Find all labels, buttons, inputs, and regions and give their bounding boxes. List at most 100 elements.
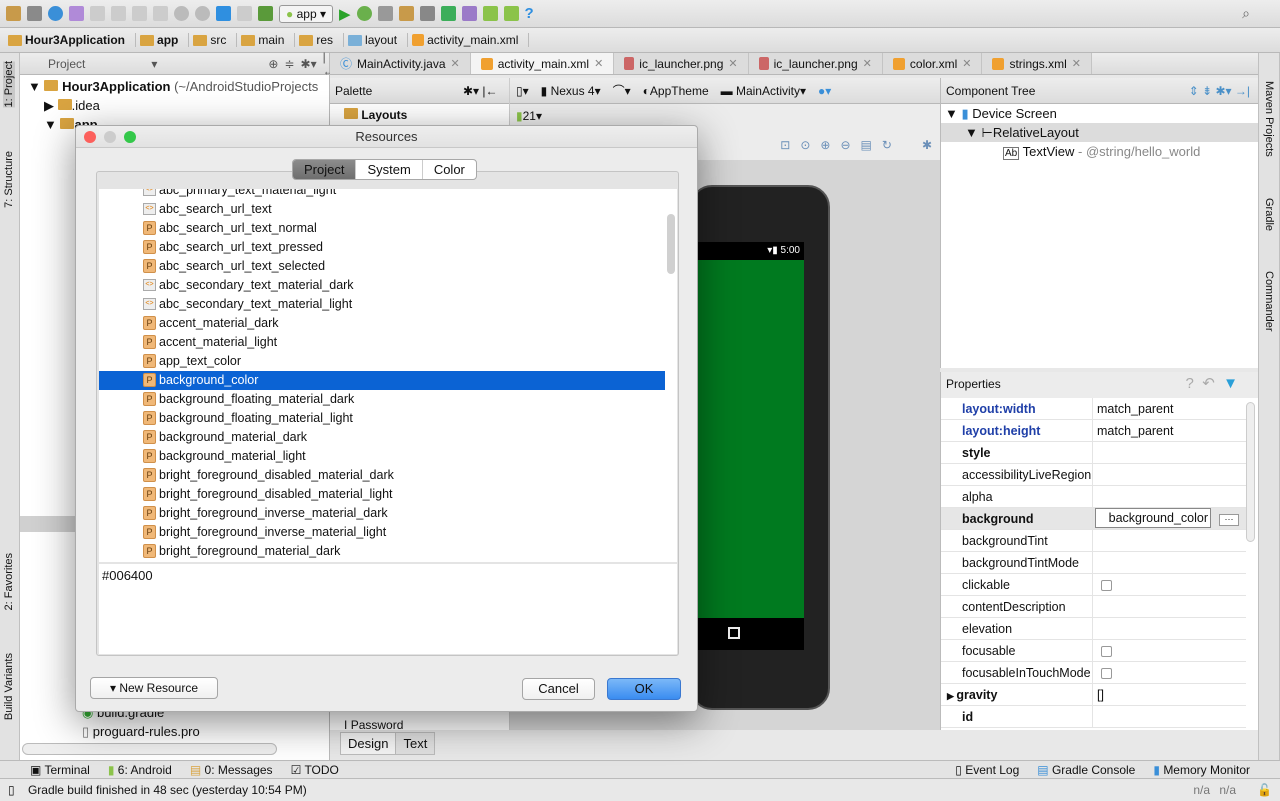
tab-text[interactable]: Text bbox=[395, 733, 434, 754]
minimize-window-button[interactable] bbox=[104, 131, 116, 143]
property-value[interactable]: match_parent bbox=[1093, 398, 1246, 419]
avd-manager-icon[interactable] bbox=[461, 6, 477, 21]
project-view-select[interactable]: Project ▾ ⊕ ≑ ✱▾ |← bbox=[20, 50, 335, 78]
cut-icon[interactable] bbox=[111, 6, 126, 21]
tree-item-project-root[interactable]: ▼ Hour3Application (~/AndroidStudioProje… bbox=[20, 77, 329, 96]
close-icon[interactable]: ✕ bbox=[1072, 57, 1081, 70]
property-row[interactable]: style bbox=[941, 442, 1246, 464]
resource-item[interactable]: Pbright_foreground_material_dark bbox=[99, 542, 665, 561]
gradle-console-tool-button[interactable]: ▤ Gradle Console bbox=[1037, 763, 1135, 777]
property-checkbox[interactable] bbox=[1101, 646, 1112, 658]
device-select[interactable]: ▮ Nexus 4▾ bbox=[541, 84, 601, 98]
property-row[interactable]: accessibilityLiveRegion bbox=[941, 464, 1246, 486]
resource-item[interactable]: <> abc_search_url_text bbox=[99, 200, 665, 219]
build-variants-tool-button[interactable]: Build Variants bbox=[3, 653, 15, 720]
find-icon[interactable] bbox=[174, 6, 189, 21]
theme-select[interactable]: ◐AppTheme bbox=[643, 84, 709, 98]
resource-item[interactable]: Papp_text_color bbox=[99, 352, 665, 371]
property-row[interactable]: backgroundTint bbox=[941, 530, 1246, 552]
resource-item[interactable]: Pabc_search_url_text_selected bbox=[99, 257, 665, 276]
property-value[interactable]: [] bbox=[1093, 684, 1246, 705]
zoom-out-icon[interactable]: ⊖ bbox=[840, 138, 850, 152]
commander-tool-button[interactable]: Commander bbox=[1263, 271, 1275, 332]
property-value[interactable]: background_color ··· bbox=[1093, 508, 1246, 529]
favorites-tool-button[interactable]: 2: Favorites bbox=[3, 553, 15, 610]
property-row[interactable]: backgroundTintMode bbox=[941, 552, 1246, 574]
resource-item[interactable]: <> abc_primary_text_material_light bbox=[99, 189, 665, 200]
zoom-window-button[interactable] bbox=[124, 131, 136, 143]
attach-debugger-icon[interactable] bbox=[377, 6, 393, 21]
tree-item-relativelayout[interactable]: ▼ ⊢RelativeLayout bbox=[941, 123, 1258, 142]
close-icon[interactable]: ✕ bbox=[863, 57, 872, 70]
breadcrumb-main[interactable]: main bbox=[241, 33, 296, 47]
property-row[interactable]: focusableInTouchMode bbox=[941, 662, 1246, 684]
make-icon[interactable] bbox=[258, 6, 273, 21]
forward-icon[interactable] bbox=[237, 6, 252, 21]
zoom-in-icon[interactable]: ⊕ bbox=[820, 138, 830, 152]
property-value[interactable] bbox=[1093, 596, 1246, 617]
run-icon[interactable]: ▶ bbox=[339, 5, 351, 23]
run-config-select[interactable]: ● app ▾ bbox=[279, 4, 333, 23]
refresh-icon[interactable]: ↻ bbox=[882, 138, 892, 152]
sdk-manager-icon[interactable] bbox=[419, 6, 435, 21]
gear-icon[interactable]: ✱▾ bbox=[301, 57, 317, 71]
breadcrumb-layout[interactable]: layout bbox=[348, 33, 409, 47]
tab-color[interactable]: Color bbox=[423, 160, 476, 179]
tab-ic-launcher-png[interactable]: ic_launcher.png ✕ bbox=[614, 53, 749, 74]
zoom-fit-icon[interactable]: ⊡ bbox=[780, 138, 790, 152]
resource-item[interactable]: <> abc_secondary_text_material_light bbox=[99, 295, 665, 314]
resource-item[interactable]: Pbright_foreground_inverse_material_dark bbox=[99, 504, 665, 523]
tab-ic-launcher-png-2[interactable]: ic_launcher.png ✕ bbox=[748, 53, 883, 74]
memory-monitor-tool-button[interactable]: ▮ Memory Monitor bbox=[1153, 763, 1250, 777]
resource-item[interactable]: Paccent_material_dark bbox=[99, 314, 665, 333]
search-everywhere-icon[interactable]: ⌕ bbox=[1242, 5, 1250, 22]
property-row[interactable]: elevation bbox=[941, 618, 1246, 640]
tree-item-idea[interactable]: ▶ .idea bbox=[20, 96, 329, 115]
help-undo-filter-icons[interactable]: ? ↶ ▼ bbox=[1186, 372, 1238, 396]
save-icon[interactable] bbox=[27, 6, 42, 21]
property-value[interactable] bbox=[1093, 486, 1246, 507]
open-folder-icon[interactable] bbox=[6, 6, 21, 21]
close-icon[interactable]: ✕ bbox=[728, 57, 737, 70]
resource-item[interactable]: Pbackground_material_dark bbox=[99, 428, 665, 447]
breadcrumb-file[interactable]: activity_main.xml bbox=[412, 33, 530, 47]
palette-item-password[interactable]: I Password bbox=[344, 718, 403, 732]
sync-gradle-icon[interactable] bbox=[440, 6, 456, 21]
locale-globe-icon[interactable]: ●▾ bbox=[818, 84, 831, 98]
android-tool-button[interactable]: ▮ 6: Android bbox=[108, 763, 172, 777]
copy-icon[interactable] bbox=[132, 6, 147, 21]
page-icon[interactable]: ▤ bbox=[861, 138, 872, 152]
resource-item[interactable]: Pbright_foreground_disabled_material_dar… bbox=[99, 466, 665, 485]
property-row[interactable]: background background_color ··· bbox=[941, 508, 1246, 530]
property-value[interactable] bbox=[1093, 574, 1246, 595]
resource-item[interactable]: <> abc_secondary_text_material_dark bbox=[99, 276, 665, 295]
device-config-icon[interactable]: ▯▾ bbox=[516, 84, 529, 98]
background-value-input[interactable]: background_color bbox=[1095, 508, 1211, 528]
tree-item-proguard[interactable]: ▯ proguard-rules.pro bbox=[82, 722, 200, 741]
expand-collapse-icons[interactable]: ⇕ ⇟ ✱▾ →| bbox=[1189, 78, 1250, 104]
tool-windows-toggle-icon[interactable]: ▯ bbox=[8, 783, 15, 797]
breadcrumb-app[interactable]: app bbox=[140, 33, 190, 47]
new-resource-button[interactable]: ▾ New Resource bbox=[90, 677, 218, 699]
tab-color-xml[interactable]: color.xml ✕ bbox=[882, 53, 983, 74]
tab-mainactivity-java[interactable]: Ⓒ MainActivity.java ✕ bbox=[330, 53, 471, 74]
property-row[interactable]: focusable bbox=[941, 640, 1246, 662]
activity-select[interactable]: ▬ MainActivity▾ bbox=[721, 84, 806, 98]
project-tool-button[interactable]: 1: Project bbox=[3, 61, 15, 108]
gear-icon[interactable]: ✱▾ |← bbox=[463, 78, 498, 104]
gradle-tool-button[interactable]: Gradle bbox=[1263, 198, 1275, 231]
property-value[interactable] bbox=[1093, 618, 1246, 639]
replace-icon[interactable] bbox=[195, 6, 210, 21]
scrollbar-thumb[interactable] bbox=[667, 214, 675, 274]
property-row[interactable]: id bbox=[941, 706, 1246, 728]
android-icon[interactable] bbox=[503, 6, 519, 21]
property-value[interactable] bbox=[1093, 640, 1246, 661]
tab-activity-main-xml[interactable]: activity_main.xml ✕ bbox=[470, 53, 615, 74]
back-icon[interactable] bbox=[216, 6, 231, 21]
undo-icon[interactable] bbox=[69, 6, 84, 21]
property-checkbox[interactable] bbox=[1101, 668, 1112, 680]
tab-project[interactable]: Project bbox=[293, 160, 357, 179]
phone-screen[interactable] bbox=[698, 260, 804, 618]
tree-item-device-screen[interactable]: ▼ ▮ Device Screen bbox=[941, 104, 1258, 123]
maven-projects-tool-button[interactable]: Maven Projects bbox=[1263, 81, 1275, 157]
